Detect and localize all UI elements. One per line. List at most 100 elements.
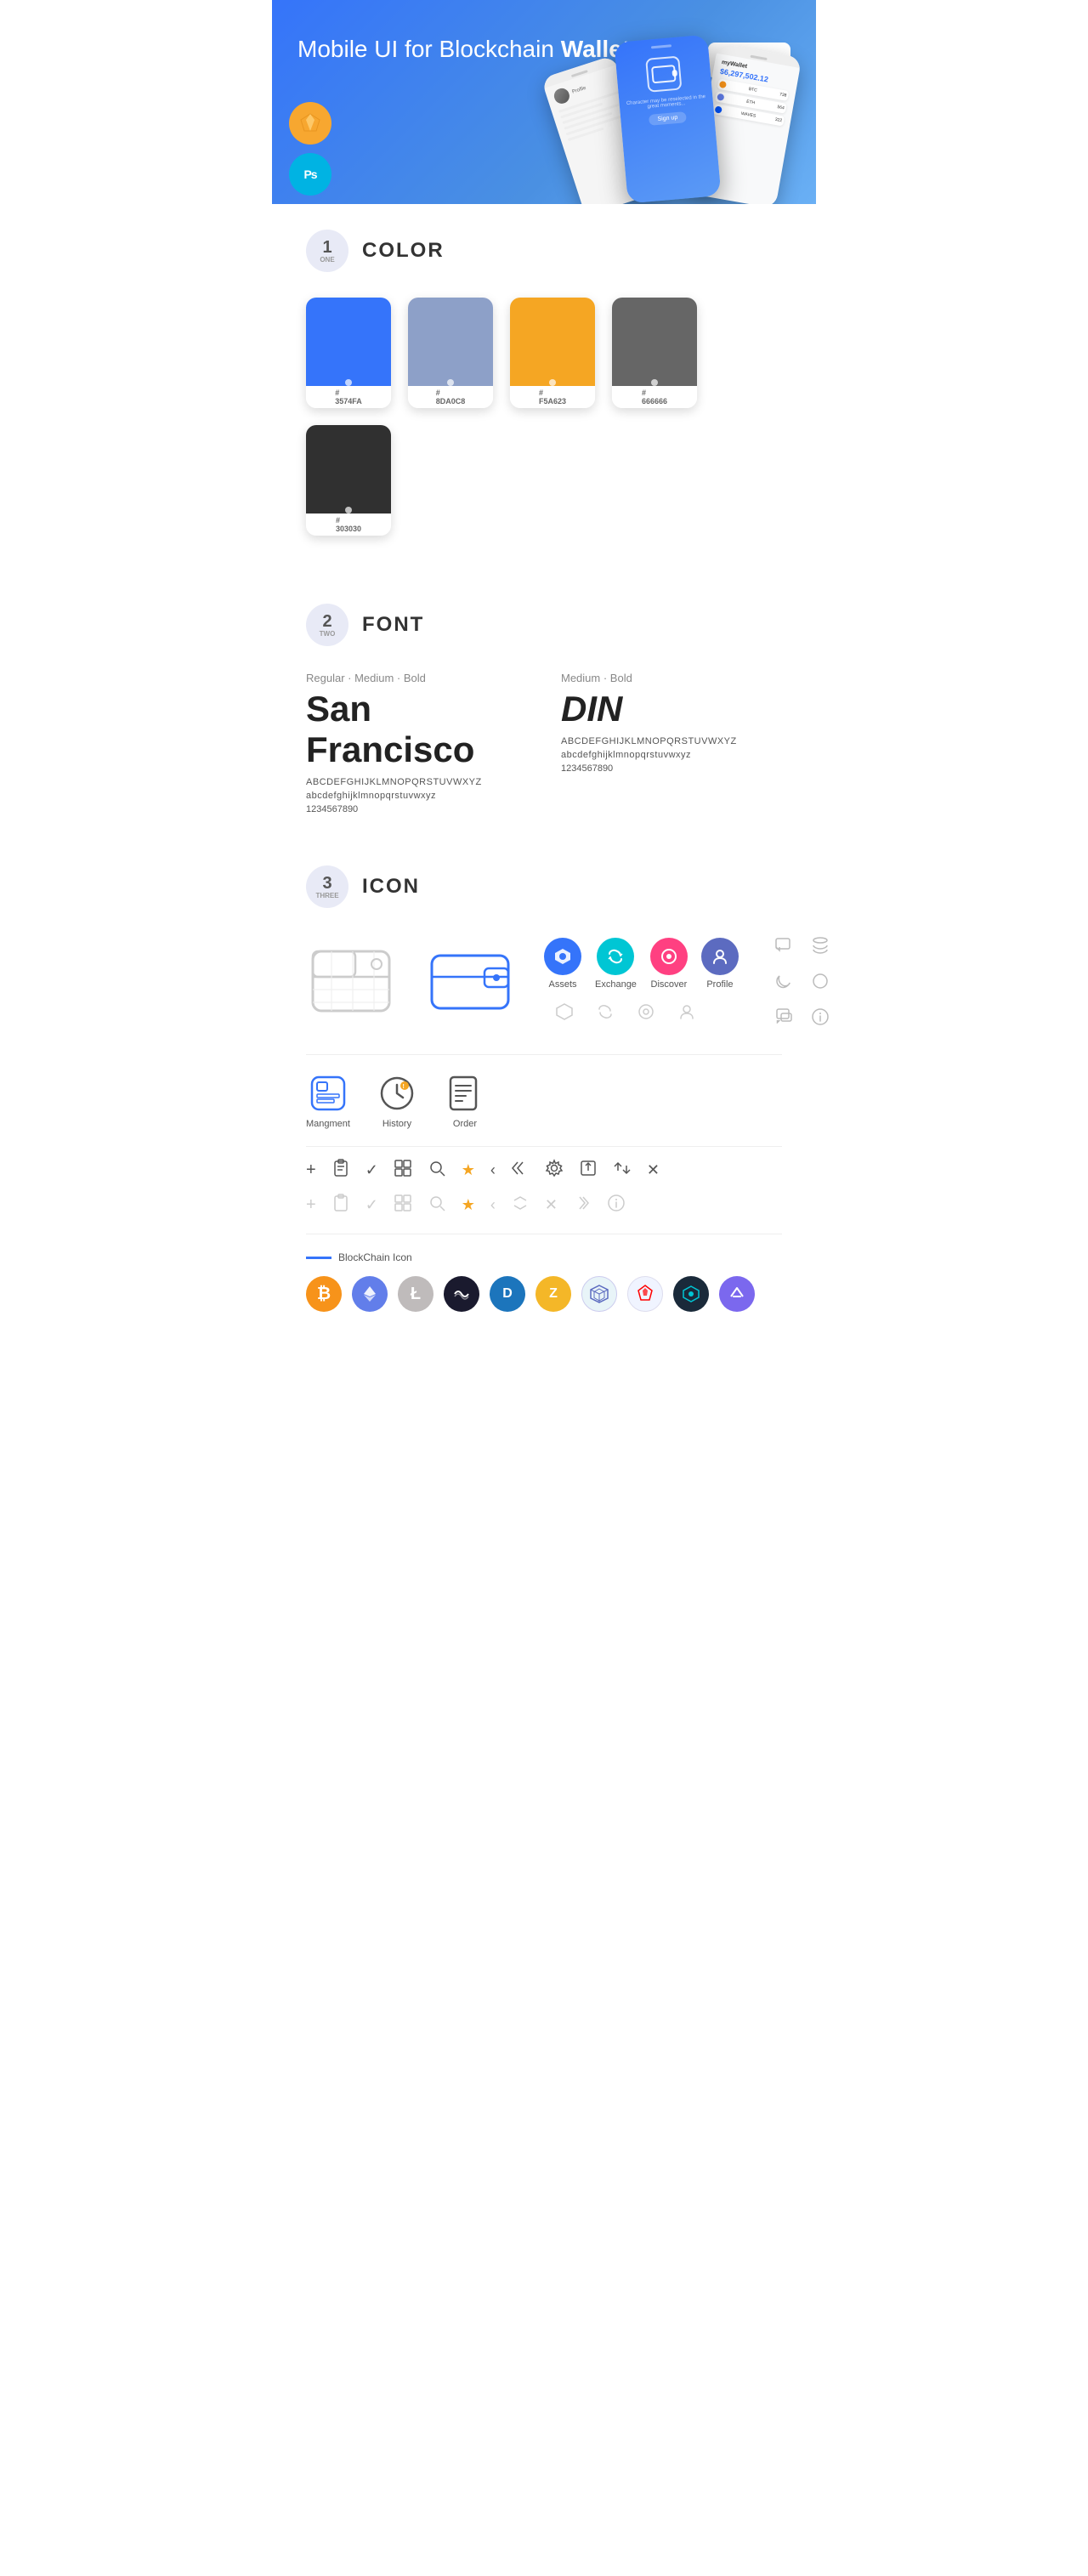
blockchain-label: BlockChain Icon (306, 1251, 782, 1263)
zcash-icon: Z (536, 1276, 571, 1312)
star-icon: ★ (462, 1161, 475, 1179)
discover-ghost-icon (632, 998, 660, 1025)
discover-label: Discover (651, 979, 688, 990)
swatch-dark: #303030 (306, 425, 391, 536)
exchange-ghost-icon (592, 998, 619, 1025)
dash-icon: D (490, 1276, 525, 1312)
assets-ghost-icon (551, 998, 578, 1025)
color-section: 1 ONE COLOR #3574FA #8DA0C8 #F5A623 #666… (272, 204, 816, 578)
phones-area: Profile Character may be (544, 34, 799, 196)
svg-text:!: ! (402, 1084, 404, 1090)
din-numbers: 1234567890 (561, 763, 782, 774)
swatch-blue: #3574FA (306, 298, 391, 408)
swap-icon (613, 1159, 632, 1182)
settings-icon (545, 1159, 564, 1182)
ethereum-icon (352, 1276, 388, 1312)
discover-icon-item: Discover (650, 938, 688, 990)
app-icons-row: Mangment ! History (306, 1072, 782, 1129)
check-icon: ✓ (366, 1161, 378, 1179)
sketch-badge (289, 102, 332, 145)
font-section-title: FONT (362, 613, 424, 637)
section-number-font: 2 TWO FONT (306, 604, 782, 646)
section-number-color: 1 ONE COLOR (306, 230, 782, 272)
litecoin-icon: Ł (398, 1276, 434, 1312)
font-section: 2 TWO FONT Regular · Medium · Bold San F… (272, 578, 816, 840)
exchange-icon (597, 938, 634, 975)
circle-icon (808, 969, 832, 993)
history-label: History (382, 1119, 411, 1129)
plus-icon: + (306, 1160, 316, 1180)
din-lowercase: abcdefghijklmnopqrstuvwxyz (561, 750, 782, 760)
assets-label: Assets (548, 979, 576, 990)
plus-ghost-icon: + (306, 1195, 316, 1215)
font-din: Medium · Bold DIN ABCDEFGHIJKLMNOPQRSTUV… (561, 672, 782, 814)
font-grid: Regular · Medium · Bold San Francisco AB… (306, 672, 782, 814)
divider-1 (306, 1054, 782, 1055)
management-icon (307, 1072, 349, 1115)
close-icon: ✕ (647, 1161, 660, 1179)
chat-icon (773, 933, 796, 957)
check-ghost-icon: ✓ (366, 1196, 378, 1214)
ark-icon (627, 1276, 663, 1312)
clipboard-icon (332, 1159, 350, 1182)
badges-left: Ps 60+ Screens (289, 102, 332, 204)
assets-icon (544, 938, 581, 975)
ps-badge: Ps (289, 153, 332, 196)
matic-icon (719, 1276, 755, 1312)
search-ghost-icon (428, 1194, 446, 1217)
export-icon (579, 1159, 598, 1182)
phone-2: Character may be reselected in the great… (614, 35, 721, 204)
sf-name: San Francisco (306, 689, 527, 770)
number-circle-3: 3 THREE (306, 865, 348, 908)
tool-icons-row1: + ✓ ★ ‹ ✕ (306, 1159, 782, 1182)
din-style: Medium · Bold (561, 672, 782, 684)
section-number-icon: 3 THREE ICON (306, 865, 782, 908)
sf-uppercase: ABCDEFGHIJKLMNOPQRSTUVWXYZ (306, 777, 527, 787)
profile-icon (701, 938, 739, 975)
aion-icon (673, 1276, 709, 1312)
chat2-icon (773, 1005, 796, 1029)
wallet-outline-icon (306, 934, 400, 1028)
forward-ghost-icon (573, 1194, 592, 1217)
sf-numbers: 1234567890 (306, 804, 527, 814)
waves-icon (444, 1276, 479, 1312)
color-swatches: #3574FA #8DA0C8 #F5A623 #666666 #303030 (306, 298, 782, 536)
info-ghost-icon (607, 1194, 626, 1217)
exchange-icon-item: Exchange (595, 938, 637, 990)
back-icon: ‹ (490, 1161, 496, 1179)
grid-icon (394, 1159, 412, 1182)
number-circle-2: 2 TWO (306, 604, 348, 646)
misc-icons-grid (773, 933, 832, 1029)
crypto-icons-row: ₿ Ł D Z (306, 1276, 782, 1312)
management-label: Mangment (306, 1119, 350, 1129)
number-circle-1: 1 ONE (306, 230, 348, 272)
tool-icons-row2: + ✓ ★ ‹ ✕ (306, 1194, 782, 1217)
icon-section: 3 THREE ICON (272, 840, 816, 1337)
order-label: Order (453, 1119, 477, 1129)
sf-style: Regular · Medium · Bold (306, 672, 527, 684)
hero-section: Mobile UI for Blockchain Wallet UI Kit P… (272, 0, 816, 204)
swatch-grey: #666666 (612, 298, 697, 408)
profile-icon-item: Profile (701, 938, 739, 990)
swatch-orange: #F5A623 (510, 298, 595, 408)
assets-icon-item: Assets (544, 938, 581, 990)
history-icon-item: ! History (376, 1072, 418, 1129)
discover-icon (650, 938, 688, 975)
wallet-filled-icon (425, 934, 518, 1028)
bitcoin-icon: ₿ (306, 1276, 342, 1312)
star-ghost-icon: ★ (462, 1196, 475, 1214)
din-uppercase: ABCDEFGHIJKLMNOPQRSTUVWXYZ (561, 736, 782, 746)
sf-lowercase: abcdefghijklmnopqrstuvwxyz (306, 791, 527, 801)
exchange-label: Exchange (595, 979, 637, 990)
blockchain-line (306, 1257, 332, 1259)
history-icon: ! (376, 1072, 418, 1115)
layers-icon (808, 933, 832, 957)
font-san-francisco: Regular · Medium · Bold San Francisco AB… (306, 672, 527, 814)
clipboard-ghost-icon (332, 1194, 350, 1217)
color-section-title: COLOR (362, 239, 445, 263)
share-icon (511, 1159, 530, 1182)
back-ghost-icon: ‹ (490, 1196, 496, 1214)
arrows-ghost-icon (511, 1194, 530, 1217)
order-icon-item: Order (444, 1072, 486, 1129)
management-icon-item: Mangment (306, 1072, 350, 1129)
